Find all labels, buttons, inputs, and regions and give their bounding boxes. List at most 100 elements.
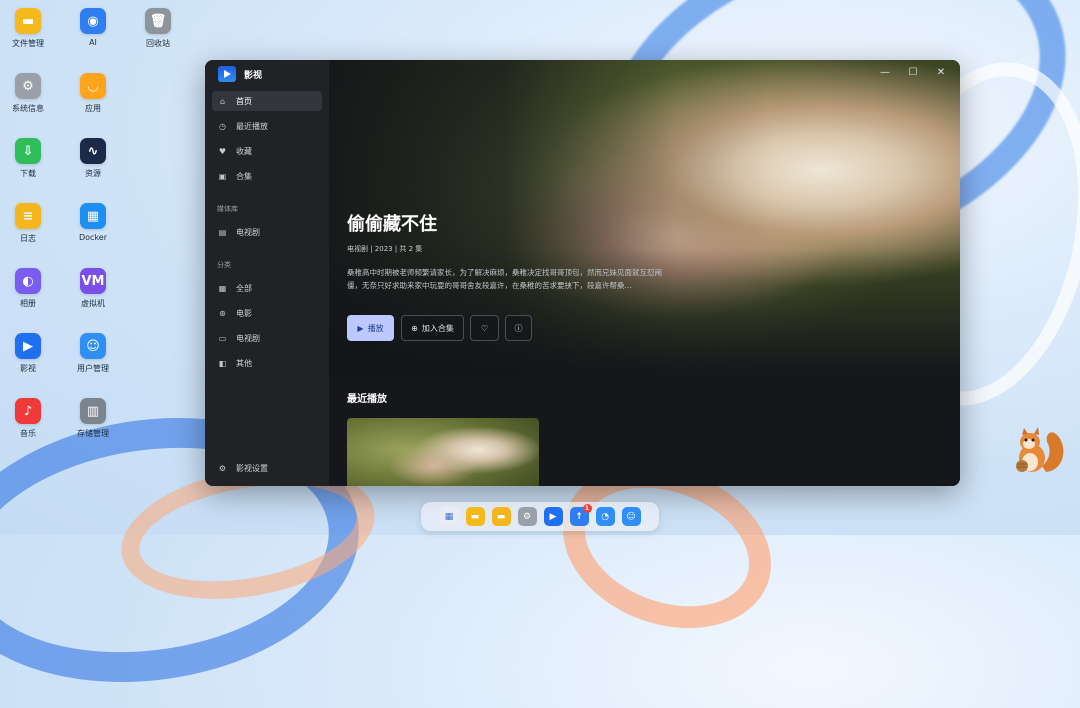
desktop-icon-label: 影视 bbox=[20, 364, 36, 373]
desktop-icon-vm[interactable]: VM 虚拟机 bbox=[61, 268, 125, 309]
settings-label: 影视设置 bbox=[236, 463, 268, 473]
category-section-title: 分类 bbox=[217, 261, 231, 269]
clock-icon: ◷ bbox=[219, 121, 226, 131]
desktop-icon-label: 应用 bbox=[85, 104, 101, 113]
dock-launcher-icon[interactable]: ▦ bbox=[439, 507, 459, 526]
sidebar-item-home[interactable]: ⌂ 首页 bbox=[212, 91, 322, 111]
home-icon: ⌂ bbox=[219, 96, 226, 106]
collection-icon: ▣ bbox=[218, 171, 227, 181]
dock-gear-icon[interactable]: ⚙ bbox=[517, 507, 537, 526]
app-brand: 影视 bbox=[218, 66, 262, 82]
dock-folder-icon[interactable]: ▬ bbox=[491, 507, 511, 526]
dock-update-icon[interactable]: ↑ 1 bbox=[569, 504, 592, 526]
add-label: 加入合集 bbox=[421, 323, 454, 333]
desktop-icon-folder[interactable]: ▬ 文件管理 bbox=[0, 8, 60, 49]
app-title: 影视 bbox=[244, 70, 263, 81]
main-content: 偷偷藏不住 电视剧 | 2023 | 共 2 集 桑稚高中时期被老师频繁请家长，… bbox=[329, 60, 960, 486]
sidebar-item-label: 其他 bbox=[236, 358, 252, 368]
squirrel-mascot-icon[interactable] bbox=[1008, 422, 1068, 478]
desktop-icon-video[interactable]: ▶ 影视 bbox=[0, 333, 60, 374]
minimize-button[interactable]: — bbox=[878, 67, 892, 78]
sidebar-item-label: 电视剧 bbox=[236, 227, 260, 237]
film-icon: ▤ bbox=[218, 227, 227, 237]
dock-folder-icon[interactable]: ▬ bbox=[465, 507, 485, 526]
hero-description: 桑稚高中时期被老师频繁请家长，为了解决麻烦，桑稚决定找哥哥顶包，然而兄妹见面就互… bbox=[347, 268, 662, 290]
desktop-icon-label: 虚拟机 bbox=[81, 299, 105, 308]
recent-item-thumbnail[interactable] bbox=[347, 418, 539, 486]
folder-icon: ▬ bbox=[15, 8, 41, 34]
dock-user-icon[interactable]: ☺ bbox=[621, 507, 641, 526]
dock-notification-icon[interactable]: ◔ bbox=[595, 507, 615, 526]
desktop-icon-storage[interactable]: ▥ 存储管理 bbox=[61, 398, 125, 439]
desktop-icon-label: 日志 bbox=[20, 234, 36, 243]
photo-icon: ◐ bbox=[15, 268, 41, 294]
desktop-icon-label: AI bbox=[89, 38, 97, 47]
dock-video-icon[interactable]: ▶ bbox=[543, 507, 563, 526]
play-button[interactable]: ▶ 播放 bbox=[347, 315, 394, 341]
desktop-icon-docker[interactable]: ▦ Docker bbox=[61, 203, 125, 242]
sidebar-item-movies[interactable]: ⊛ 电影 bbox=[212, 303, 322, 323]
sidebar-item-label: 全部 bbox=[236, 283, 252, 293]
desktop-icon-music[interactable]: ♪ 音乐 bbox=[0, 398, 60, 439]
download-icon: ⇩ bbox=[15, 138, 41, 164]
notification-badge: 1 bbox=[582, 504, 592, 513]
close-button[interactable]: ✕ bbox=[934, 67, 948, 78]
storage-icon: ▥ bbox=[80, 398, 106, 424]
desktop-icon-gear[interactable]: ⚙ 系统信息 bbox=[0, 73, 60, 114]
sidebar-item-label: 最近播放 bbox=[236, 121, 268, 131]
desktop-icon-label: Docker bbox=[78, 233, 107, 242]
heart-outline-icon: ♡ bbox=[480, 323, 489, 333]
gear-icon: ⚙ bbox=[218, 463, 227, 473]
reel-icon: ⊛ bbox=[219, 308, 226, 318]
sidebar-item-label: 首页 bbox=[236, 96, 252, 106]
sidebar-item-collections[interactable]: ▣ 合集 bbox=[212, 166, 322, 186]
video-app-window: 影视 ⌂ 首页 ◷ 最近播放 ♥ 收藏 ▣ 合集 媒体库 ▤ 电视剧 分类 ▦ … bbox=[205, 60, 960, 486]
sidebar-item-recent[interactable]: ◷ 最近播放 bbox=[212, 116, 322, 136]
sidebar-item-tv[interactable]: ▭ 电视剧 bbox=[212, 328, 322, 348]
desktop-icon-trash[interactable]: 🗑 回收站 bbox=[126, 8, 190, 49]
desktop-icon-monitor[interactable]: ∿ 资源 bbox=[61, 138, 125, 179]
info-button[interactable]: ⓘ bbox=[505, 315, 532, 341]
sidebar-item-other[interactable]: ◧ 其他 bbox=[212, 353, 322, 373]
sidebar-item-favorites[interactable]: ♥ 收藏 bbox=[212, 141, 322, 161]
tv-icon: ▭ bbox=[218, 333, 227, 343]
video-settings-button[interactable]: ⚙ 影视设置 bbox=[212, 458, 322, 478]
desktop-icon-store[interactable]: ◡ 应用 bbox=[61, 73, 125, 114]
info-icon: ⓘ bbox=[514, 323, 523, 333]
desktop-icon-label: 音乐 bbox=[20, 429, 36, 438]
log-icon: ≡ bbox=[15, 203, 41, 229]
recent-section-title: 最近播放 bbox=[347, 394, 387, 405]
desktop-icon-label: 存储管理 bbox=[77, 429, 109, 438]
desktop-icon-label: 相册 bbox=[20, 299, 36, 308]
desktop-icon-label: 文件管理 bbox=[12, 39, 44, 48]
maximize-button[interactable]: ☐ bbox=[906, 67, 920, 78]
store-icon: ◡ bbox=[80, 73, 106, 99]
add-to-collection-button[interactable]: ⊕ 加入合集 bbox=[401, 315, 464, 341]
heart-icon: ♥ bbox=[218, 146, 227, 156]
sidebar-item-library-tv[interactable]: ▤ 电视剧 bbox=[212, 222, 322, 242]
desktop-icon-photo[interactable]: ◐ 相册 bbox=[0, 268, 60, 309]
library-section-title: 媒体库 bbox=[217, 205, 238, 213]
hero-title: 偷偷藏不住 bbox=[347, 214, 437, 235]
desktop-icon-label: 资源 bbox=[85, 169, 101, 178]
desktop-icon-label: 下载 bbox=[20, 169, 36, 178]
sidebar-item-label: 电影 bbox=[236, 308, 252, 318]
desktop-icon-log[interactable]: ≡ 日志 bbox=[0, 203, 60, 244]
desktop-icon-download[interactable]: ⇩ 下载 bbox=[0, 138, 60, 179]
users-icon: ☺ bbox=[80, 333, 106, 359]
music-icon: ♪ bbox=[15, 398, 41, 424]
window-controls: — ☐ ✕ bbox=[878, 67, 948, 78]
play-label: 播放 bbox=[367, 323, 384, 333]
desktop-icon-robot[interactable]: ◉ AI bbox=[61, 8, 125, 47]
sidebar-item-label: 电视剧 bbox=[236, 333, 260, 343]
video-app-icon bbox=[218, 66, 236, 82]
favorite-button[interactable]: ♡ bbox=[470, 315, 499, 341]
desktop-icon-users[interactable]: ☺ 用户管理 bbox=[61, 333, 125, 374]
sidebar-item-all[interactable]: ▦ 全部 bbox=[212, 278, 322, 298]
gear-icon: ⚙ bbox=[15, 73, 41, 99]
vm-icon: VM bbox=[80, 268, 106, 294]
monitor-icon: ∿ bbox=[80, 138, 106, 164]
grid-icon: ▦ bbox=[218, 283, 227, 293]
taskbar-dock: ▦ ▬ ▬ ⚙ ▶ ↑ 1 ◔ ☺ bbox=[421, 502, 659, 531]
other-icon: ◧ bbox=[218, 358, 227, 368]
